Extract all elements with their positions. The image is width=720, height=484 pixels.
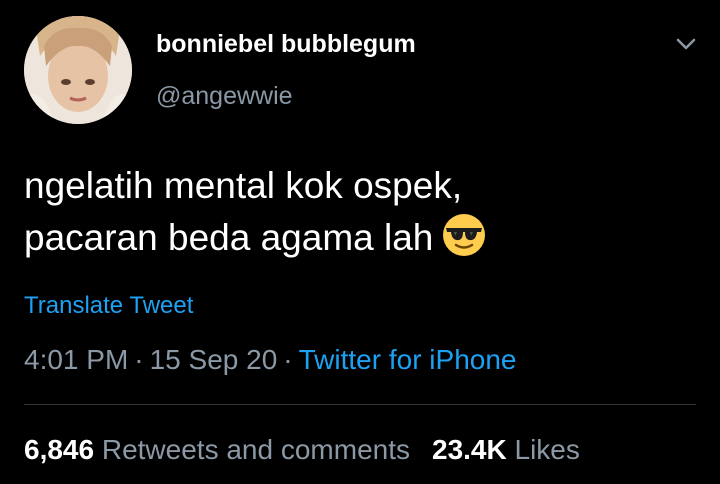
sunglasses-emoji-icon: [441, 212, 487, 258]
tweet-date[interactable]: 15 Sep 20: [150, 344, 278, 375]
tweet-text-line-2: pacaran beda agama lah: [24, 217, 434, 258]
display-name[interactable]: bonniebel bubblegum: [156, 30, 416, 59]
tweet-text-line-2-container: pacaran beda agama lah: [24, 212, 694, 264]
likes-stat[interactable]: 23.4K Likes: [432, 434, 580, 465]
meta-separator: ·: [134, 344, 144, 375]
avatar[interactable]: [24, 16, 132, 124]
retweets-label: Retweets and comments: [101, 434, 410, 465]
divider: [24, 404, 696, 405]
likes-count: 23.4K: [432, 434, 507, 465]
avatar-photo: [24, 16, 132, 124]
user-handle[interactable]: @angewwie: [156, 82, 293, 111]
tweet-text-line-1: ngelatih mental kok ospek,: [24, 165, 463, 206]
likes-label: Likes: [514, 434, 580, 465]
tweet-stats: 6,846 Retweets and comments 23.4K Likes: [24, 434, 602, 466]
retweets-stat[interactable]: 6,846 Retweets and comments: [24, 434, 410, 465]
retweets-count: 6,846: [24, 434, 95, 465]
tweet-source-link[interactable]: Twitter for iPhone: [299, 344, 517, 375]
tweet-meta: 4:01 PM · 15 Sep 20 · Twitter for iPhone: [24, 344, 516, 376]
tweet-text: ngelatih mental kok ospek, pacaran beda …: [24, 160, 694, 264]
meta-separator: ·: [283, 344, 293, 375]
translate-tweet-link[interactable]: Translate Tweet: [24, 292, 193, 320]
tweet-time: 4:01 PM: [24, 344, 129, 375]
chevron-down-icon[interactable]: [672, 30, 700, 58]
tweet-card: bonniebel bubblegum @angewwie ngelatih m…: [0, 0, 720, 484]
